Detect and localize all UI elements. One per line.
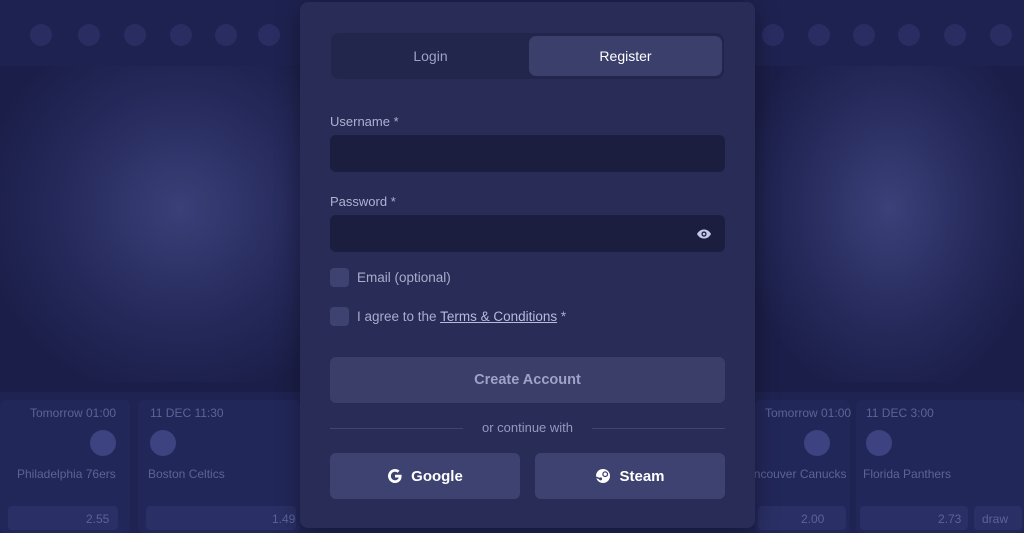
- sport-icon: [170, 24, 192, 46]
- sport-icon: [258, 24, 280, 46]
- sport-icon: [762, 24, 784, 46]
- auth-tabs: Login Register: [331, 33, 724, 79]
- hero-image-right: [755, 66, 1024, 382]
- team-logo: [90, 430, 116, 456]
- odds-value: 1.49: [272, 512, 296, 526]
- team-name: Boston Celtics: [148, 467, 225, 481]
- username-input[interactable]: [330, 135, 725, 172]
- steam-icon: [595, 468, 611, 484]
- match-time: Tomorrow 01:00: [765, 406, 852, 420]
- team-name: Vancouver Canucks: [740, 467, 847, 481]
- create-account-button[interactable]: Create Account: [330, 357, 725, 403]
- team-logo: [866, 430, 892, 456]
- team-logo: [804, 430, 830, 456]
- email-optional-label: Email (optional): [357, 270, 451, 285]
- hero-image-left: [0, 66, 300, 382]
- odds-value: 2.55: [86, 512, 110, 526]
- sport-icon: [853, 24, 875, 46]
- team-logo: [150, 430, 176, 456]
- steam-login-button[interactable]: Steam: [535, 453, 725, 499]
- password-label: Password *: [330, 194, 396, 209]
- odds-draw-label: draw: [982, 512, 1009, 526]
- tab-register[interactable]: Register: [529, 36, 722, 76]
- terms-link[interactable]: Terms & Conditions: [440, 309, 557, 324]
- google-login-button[interactable]: Google: [330, 453, 520, 499]
- steam-button-label: Steam: [619, 467, 665, 485]
- match-time: 11 DEC 3:00: [866, 406, 934, 420]
- terms-agree-prefix: I agree to the: [357, 309, 441, 324]
- match-time: 11 DEC 11:30: [150, 406, 224, 420]
- sport-icon: [215, 24, 237, 46]
- sport-icon: [944, 24, 966, 46]
- divider-right: [592, 428, 725, 429]
- google-icon: [387, 468, 403, 484]
- odds-value: 2.73: [938, 512, 962, 526]
- google-button-label: Google: [411, 467, 463, 485]
- team-name: Philadelphia 76ers: [17, 467, 116, 481]
- sport-icon: [808, 24, 830, 46]
- auth-modal: Login Register Username * Password * Ema…: [300, 2, 755, 528]
- match-time: Tomorrow 01:00: [30, 406, 117, 420]
- team-name: Florida Panthers: [863, 467, 952, 481]
- sport-icon: [30, 24, 52, 46]
- eye-icon[interactable]: [696, 226, 712, 242]
- sport-icon: [124, 24, 146, 46]
- terms-agree-text: I agree to the Terms & Conditions *: [357, 309, 566, 324]
- email-optional-checkbox[interactable]: [330, 268, 349, 287]
- tab-login[interactable]: Login: [334, 36, 527, 76]
- sport-icon: [78, 24, 100, 46]
- odds-value: 2.00: [801, 512, 825, 526]
- username-label: Username *: [330, 114, 399, 129]
- sport-icon: [898, 24, 920, 46]
- sport-icon: [990, 24, 1012, 46]
- password-input[interactable]: [330, 215, 725, 252]
- terms-required-mark: *: [557, 309, 567, 324]
- terms-checkbox[interactable]: [330, 307, 349, 326]
